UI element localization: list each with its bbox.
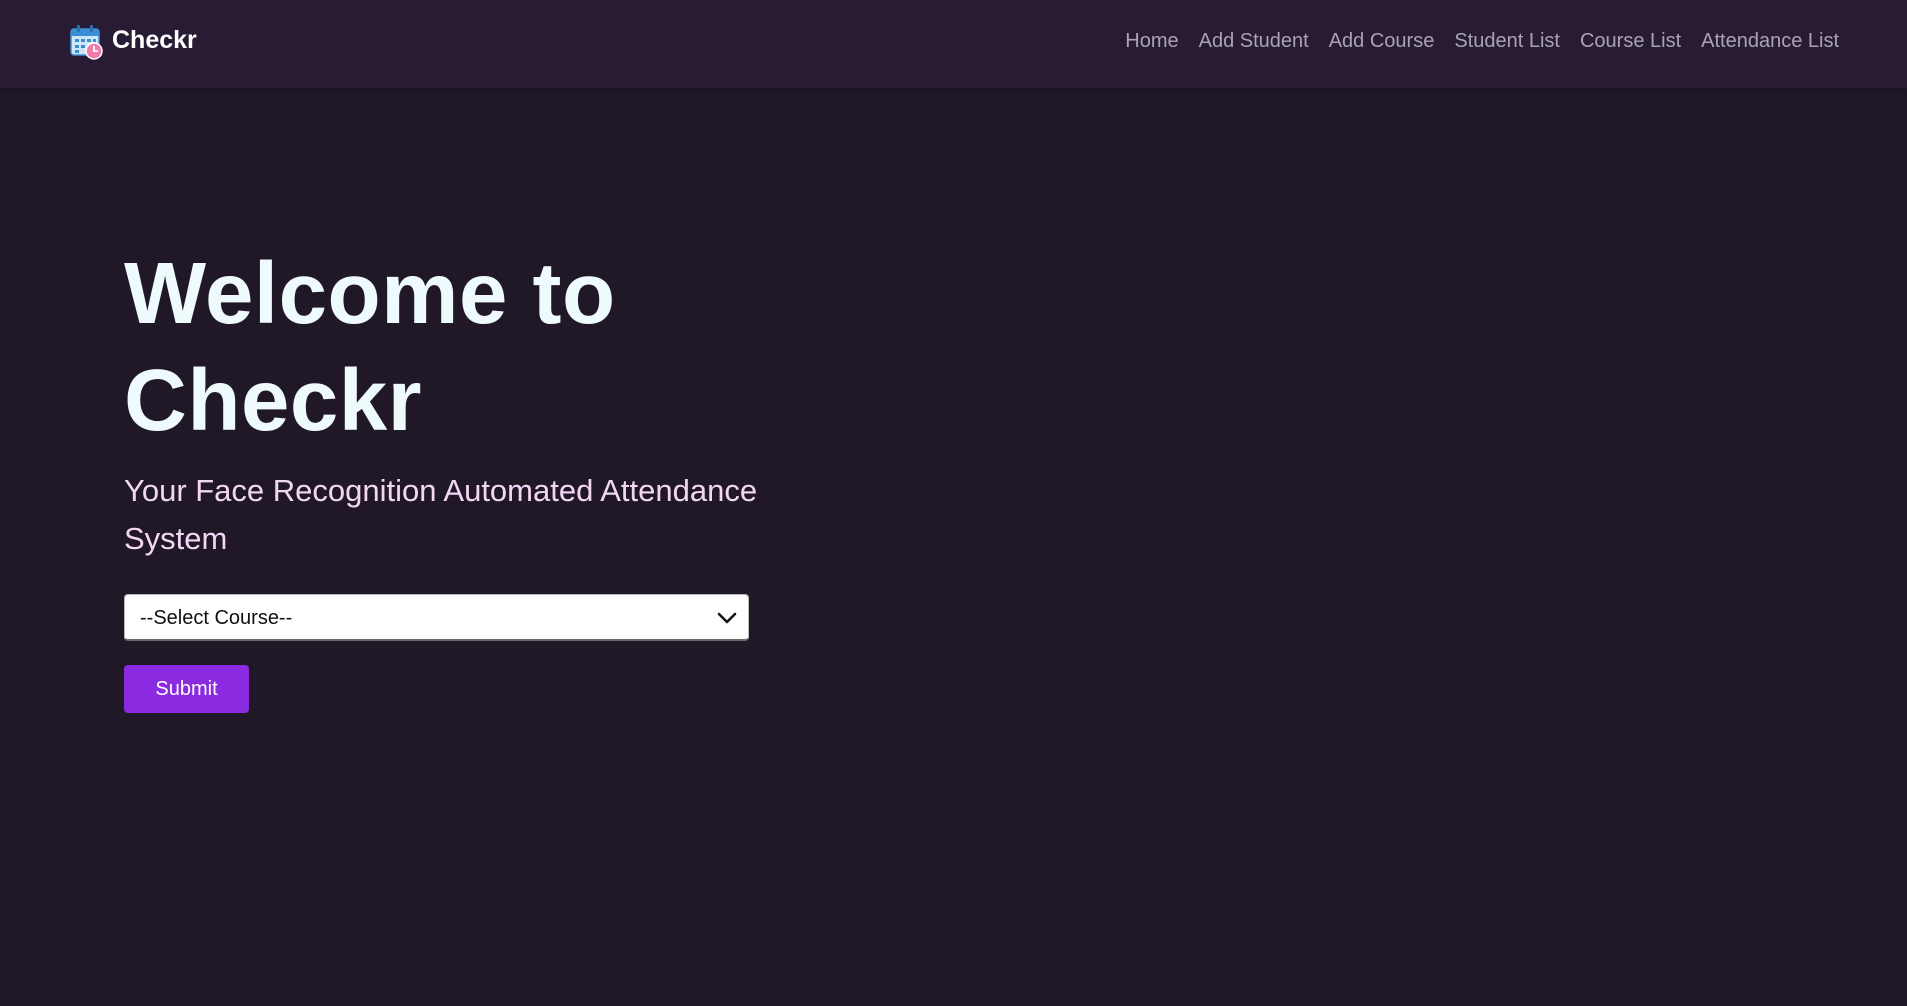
page-title-line-2: Checkr	[124, 352, 422, 449]
course-form: --Select Course-- Submit	[124, 594, 784, 713]
page-title-line-1: Welcome to	[124, 245, 616, 342]
course-select-value: --Select Course--	[140, 607, 293, 629]
brand-name: Checkr	[112, 26, 197, 54]
nav-link-home[interactable]: Home	[1115, 29, 1188, 53]
calendar-clock-icon	[70, 25, 103, 60]
nav-link-course-list[interactable]: Course List	[1570, 29, 1691, 53]
submit-button[interactable]: Submit	[124, 665, 249, 713]
nav-link-attendance-list[interactable]: Attendance List	[1691, 29, 1839, 53]
navbar: Checkr Home Add Student Add Course Stude…	[0, 0, 1907, 88]
nav-link-student-list[interactable]: Student List	[1444, 29, 1570, 53]
brand-link[interactable]: Checkr	[70, 24, 197, 60]
page-subtitle: Your Face Recognition Automated Attendan…	[124, 473, 758, 556]
nav-links: Home Add Student Add Course Student List…	[1115, 29, 1839, 53]
course-select[interactable]: --Select Course--	[124, 594, 749, 641]
nav-link-add-student[interactable]: Add Student	[1189, 29, 1319, 53]
hero-section: Welcome to Checkr Your Face Recognition …	[124, 240, 784, 713]
nav-link-add-course[interactable]: Add Course	[1319, 29, 1445, 53]
page-title: Welcome to Checkr	[124, 240, 784, 454]
chevron-down-icon	[717, 612, 737, 624]
